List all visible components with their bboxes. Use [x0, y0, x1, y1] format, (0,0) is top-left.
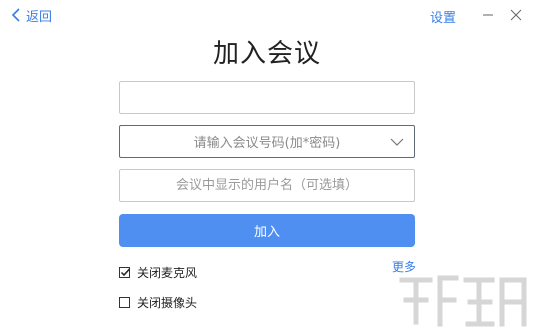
minimize-icon [483, 14, 493, 16]
checkmark-icon [120, 268, 131, 277]
disable-camera-label: 关闭摄像头 [137, 296, 198, 310]
display-name-input[interactable] [119, 169, 415, 202]
settings-button[interactable]: 设置 [430, 7, 456, 26]
mute-microphone-label: 关闭麦克风 [137, 266, 198, 280]
meeting-id-placeholder: 请输入会议号码(加*密码) [193, 136, 341, 151]
disable-camera-checkbox[interactable] [119, 297, 130, 308]
join-button[interactable]: 加入 [119, 214, 415, 247]
join-meeting-window: 返回 设置 加入会议 请输入会议号码(加*密码) 加入 更多 关闭麦克风 关 [0, 0, 534, 333]
mute-microphone-option[interactable]: 关闭麦克风 [119, 264, 197, 281]
back-button[interactable]: 返回 [10, 6, 53, 25]
meeting-id-combobox[interactable]: 请输入会议号码(加*密码) [119, 125, 415, 158]
top-input-field[interactable] [119, 81, 415, 114]
chevron-down-icon[interactable] [390, 135, 404, 149]
close-icon [510, 9, 522, 21]
close-button[interactable] [506, 5, 526, 25]
page-title: 加入会议 [212, 39, 321, 69]
watermark-logo [399, 275, 527, 327]
mute-microphone-checkbox[interactable] [119, 267, 131, 278]
minimize-button[interactable] [478, 5, 498, 25]
chevron-left-icon [11, 8, 20, 22]
back-label: 返回 [26, 9, 53, 25]
disable-camera-option[interactable]: 关闭摄像头 [119, 294, 197, 311]
